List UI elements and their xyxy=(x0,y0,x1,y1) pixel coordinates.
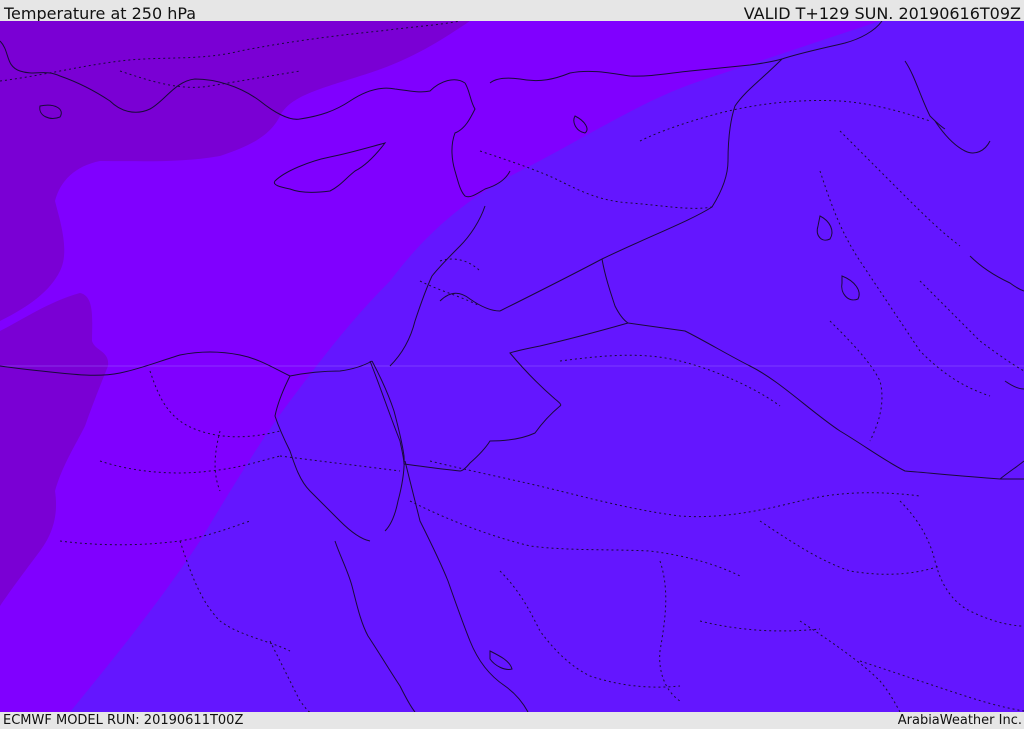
map-area[interactable] xyxy=(0,21,1024,712)
footer-bar: ECMWF MODEL RUN: 20190611T00Z ArabiaWeat… xyxy=(0,712,1024,729)
temperature-map[interactable] xyxy=(0,21,1024,712)
credit: ArabiaWeather Inc. xyxy=(897,713,1022,728)
map-viewer: Temperature at 250 hPa VALID T+129 SUN. … xyxy=(0,0,1024,729)
model-run: ECMWF MODEL RUN: 20190611T00Z xyxy=(3,713,244,728)
header-bar: Temperature at 250 hPa VALID T+129 SUN. … xyxy=(0,0,1024,23)
